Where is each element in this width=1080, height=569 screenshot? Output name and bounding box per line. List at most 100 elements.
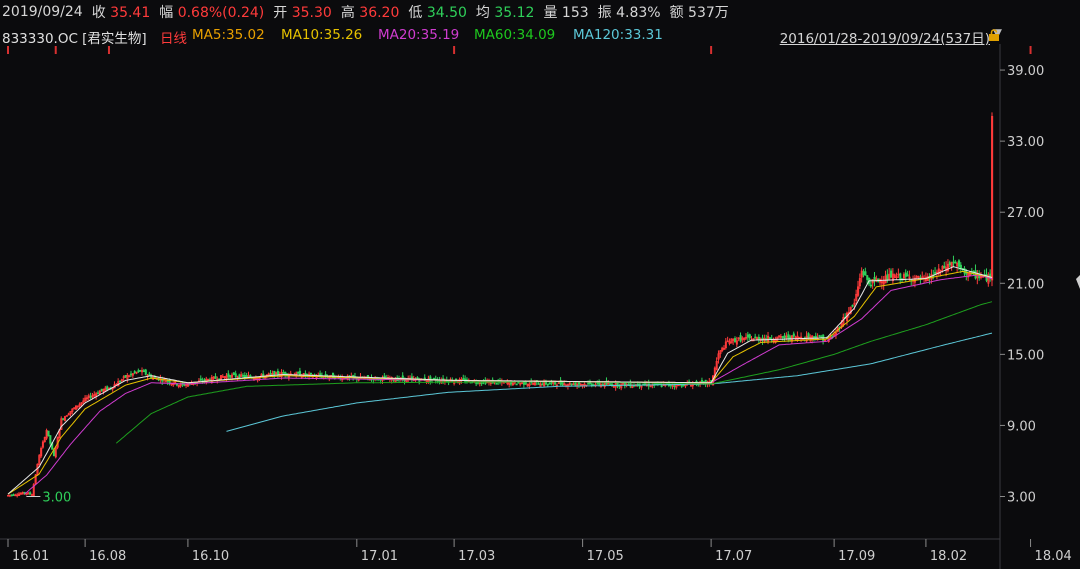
candle-body [739,335,742,342]
candle-body [574,382,577,386]
x-tick-label: 17.05 [587,549,624,564]
candle-body [142,370,146,373]
candle-body [12,494,15,496]
candle-body [906,274,909,277]
candle-body [227,373,230,377]
candle-body [10,494,13,497]
date-axis: 16.01 16.08 16.10 17.01 17.03 17.05 17.07 17.09… [7,539,1072,564]
candle-body [781,336,784,338]
candle-body [168,380,171,384]
y-tick-label: 15.00 [1007,348,1044,363]
candle-body [554,382,557,385]
candle-body [948,262,951,266]
candle-body [232,372,235,375]
candle-body [282,372,285,374]
candle-body [904,272,907,277]
x-tick-label: 16.10 [192,549,229,564]
candle-body [890,270,893,278]
candle-body [952,261,955,264]
candle-body [410,376,414,380]
y-tick-label: 3.00 [1007,491,1036,506]
candle-body [164,380,168,383]
candle-body [851,304,854,307]
candle-body [734,338,737,343]
candle-body [161,379,164,382]
x-tick-label: 17.01 [361,549,398,564]
candle-body [943,265,946,269]
scroll-caret [1076,275,1080,289]
candle-body [746,334,749,338]
candle-body [587,383,590,385]
candle-body [243,374,246,378]
candle-body [660,385,663,388]
candle-body [229,375,232,378]
candle-body [199,378,202,381]
y-tick-label: 33.00 [1007,135,1044,150]
x-tick-label: 16.08 [89,549,126,564]
candle-body [119,380,122,383]
candle-body [249,375,252,378]
candle-body [570,383,573,386]
candle-body [47,430,50,437]
candle-body [462,378,465,381]
candle-body [792,333,795,337]
candle-body [754,336,757,339]
candle-body [700,380,704,383]
candle-body [550,381,553,384]
candle-body [137,370,140,373]
candle-body [680,384,683,387]
candle-body [133,371,136,374]
candles-layer [7,112,994,498]
chart-grid [0,44,1001,569]
candle-body [609,383,612,386]
candle-body [144,369,147,375]
candle-body [590,383,593,386]
price-axis: 39.00 33.00 27.00 21.00 15.00 9.00 3.00 [1000,64,1044,506]
candle-body [234,373,237,378]
min-price-label: 3.00 [42,491,71,506]
candle-body [106,386,109,391]
candle-body [864,271,867,276]
candle-body [238,374,241,379]
candle-body [862,271,865,276]
candle-body [546,383,549,386]
candle-body [577,382,581,385]
candle-body [818,335,821,337]
candle-body [297,371,300,374]
moving-averages-layer [7,266,993,495]
candle-body [383,375,386,378]
candle-body [29,492,32,495]
candle-body [245,375,248,377]
candle-body [49,435,52,444]
candle-body [309,372,313,375]
candle-body [276,370,280,376]
x-tick-label: 18.02 [930,549,967,564]
candle-body [183,384,186,386]
x-tick-label: 17.03 [458,549,495,564]
annotations-layer: 38.503.00 [26,275,1080,506]
candlestick-chart[interactable]: 39.0033.0027.0021.0015.009.003.00 16.01 1… [0,0,1080,569]
candle-body [214,376,217,379]
candle-body [899,273,902,280]
x-tick-label: 17.09 [838,549,875,564]
candle-body [541,383,544,386]
candle-body [495,382,498,385]
candle-body [866,275,869,280]
ma60-line [115,301,993,444]
candle-body [537,383,540,385]
y-tick-label: 27.00 [1007,206,1044,221]
candle-body [97,392,100,395]
candle-body [869,284,872,287]
candle-body [203,379,206,382]
candle-body [812,336,816,338]
candle-body [432,377,436,380]
candle-body [124,375,127,378]
candle-body [100,388,103,391]
candle-body [62,418,65,421]
y-tick-label: 9.00 [1007,419,1036,434]
candle-body [958,260,961,267]
ma5-line [7,266,993,495]
candle-body [807,333,810,338]
candle-body [480,382,483,385]
candle-body [673,385,676,387]
